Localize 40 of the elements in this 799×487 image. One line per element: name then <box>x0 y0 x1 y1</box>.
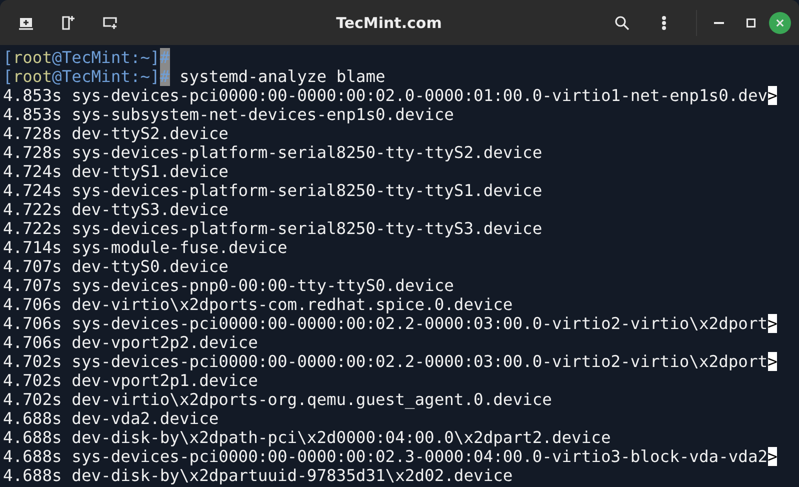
output-line: 4.853s sys-devices-pci0000:00-0000:00:02.0-0000:01:00.0-virtio1-net-enp1s0.dev <box>3 86 768 105</box>
window-plus-icon <box>102 14 118 30</box>
prompt-text: @TecMint:~] <box>52 48 160 67</box>
prompt-user: root <box>12 67 52 86</box>
truncation-marker: > <box>768 86 778 105</box>
close-button[interactable] <box>769 12 791 34</box>
output-line: 4.853s sys-subsystem-net-devices-enp1s0.device <box>3 105 454 124</box>
command-text: systemd-analyze blame <box>178 67 386 86</box>
output-line: 4.706s sys-devices-pci0000:00-0000:00:02.2-0000:03:00.0-virtio2-virtio\x2dport <box>3 314 768 333</box>
output-line: 4.702s sys-devices-pci0000:00-0000:00:02.2-0000:03:00.0-virtio2-virtio\x2dport <box>3 352 768 371</box>
output-line: 4.707s sys-devices-pnp0-00:00-tty-ttyS0.device <box>3 276 454 295</box>
close-icon <box>775 18 785 28</box>
output-line: 4.714s sys-module-fuse.device <box>3 238 288 257</box>
output-line: 4.706s dev-vport2p2.device <box>3 333 258 352</box>
search-icon <box>614 14 630 30</box>
prompt-user: root <box>12 48 52 67</box>
output-line: 4.688s dev-disk-by\x2dpath-pci\x2d0000:04:00.0\x2dpart2.device <box>3 428 611 447</box>
prompt-text: @TecMint:~] <box>52 67 160 86</box>
output-line: 4.688s dev-vda2.device <box>3 409 219 428</box>
output-line: 4.688s sys-devices-pci0000:00-0000:00:02.3-0000:04:00.0-virtio3-block-vda-vda2 <box>3 447 768 466</box>
truncation-marker: > <box>768 314 778 333</box>
output-line: 4.722s sys-devices-platform-serial8250-tty-ttyS3.device <box>3 219 542 238</box>
prompt-text: [ <box>3 67 13 86</box>
truncation-marker: > <box>768 447 778 466</box>
output-line: 4.702s dev-virtio\x2dports-org.qemu.guest_agent.0.device <box>3 390 552 409</box>
output-line: 4.728s sys-devices-platform-serial8250-tty-ttyS2.device <box>3 143 542 162</box>
output-line: 4.706s dev-virtio\x2dports-com.redhat.spice.0.device <box>3 295 513 314</box>
output-line: 4.707s dev-ttyS0.device <box>3 257 228 276</box>
output-line: 4.722s dev-ttyS3.device <box>3 200 228 219</box>
truncation-marker: > <box>768 352 778 371</box>
prompt-text: [ <box>3 48 13 67</box>
output-line: 4.702s dev-vport2p1.device <box>3 371 258 390</box>
output-line: 4.688s dev-disk-by\x2dpartuuid-97835d31\x2d02.device <box>3 466 513 485</box>
minimize-icon <box>714 22 724 24</box>
output-line: 4.724s dev-ttyS1.device <box>3 162 228 181</box>
output-line: 4.728s dev-ttyS2.device <box>3 124 228 143</box>
maximize-icon <box>746 18 756 28</box>
output-line: 4.724s sys-devices-platform-serial8250-tty-ttyS1.device <box>3 181 542 200</box>
window-title: TecMint.com <box>335 14 443 32</box>
document-plus-icon <box>60 14 76 30</box>
